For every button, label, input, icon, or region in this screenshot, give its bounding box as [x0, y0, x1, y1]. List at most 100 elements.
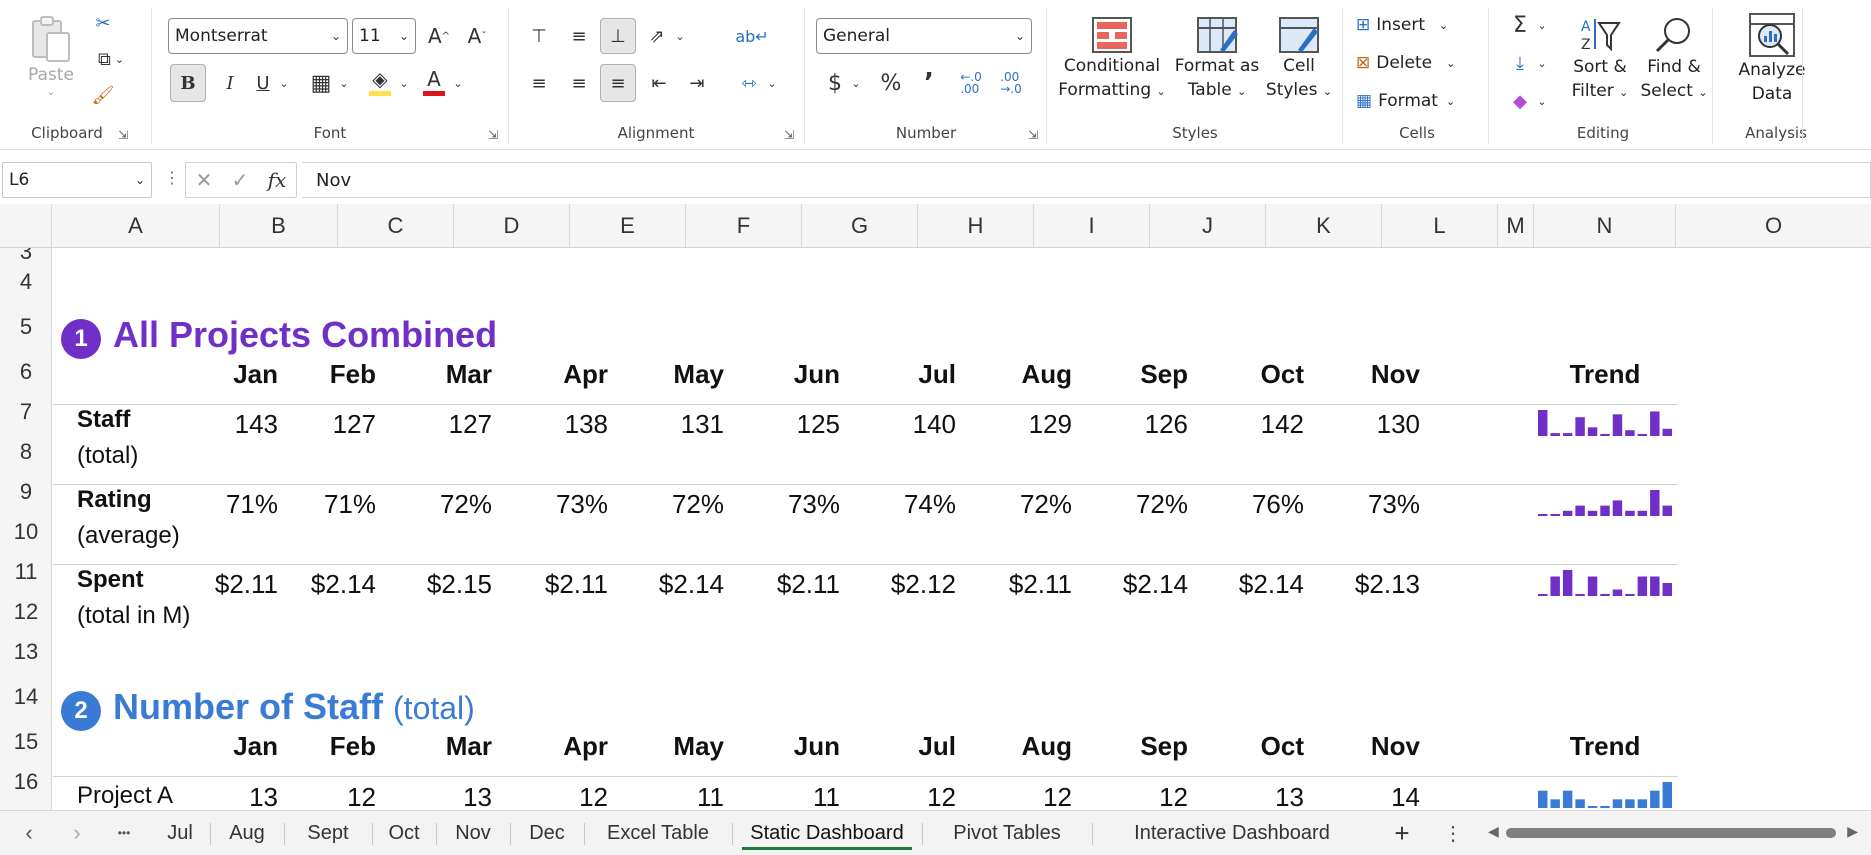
data-cell[interactable]: 143: [168, 409, 278, 440]
find-select-button[interactable]: Find & Select ⌄: [1636, 10, 1712, 110]
sheet-tab[interactable]: Excel Table: [584, 811, 732, 855]
data-cell[interactable]: 127: [382, 409, 492, 440]
column-header[interactable]: K: [1266, 204, 1382, 248]
dialog-launcher-icon[interactable]: ⇲: [1028, 128, 1038, 142]
copy-button[interactable]: ⧉ ⌄: [88, 46, 134, 72]
sheet-tab[interactable]: Sept: [284, 811, 372, 855]
format-painter-icon[interactable]: 🖌: [90, 82, 116, 108]
data-cell[interactable]: 73%: [1310, 489, 1420, 520]
data-cell[interactable]: $2.14: [1078, 569, 1188, 600]
dialog-launcher-icon[interactable]: ⇲: [488, 128, 498, 142]
data-cell[interactable]: $2.14: [1194, 569, 1304, 600]
data-cell[interactable]: 126: [1078, 409, 1188, 440]
bold-button[interactable]: B: [170, 64, 206, 102]
sheet-tab[interactable]: Jul: [150, 811, 210, 855]
decrease-font-size-icon[interactable]: Aˇ: [462, 18, 492, 54]
data-cell[interactable]: $2.11: [168, 569, 278, 600]
column-header[interactable]: I: [1034, 204, 1150, 248]
data-cell[interactable]: 12: [962, 782, 1072, 810]
cancel-icon[interactable]: ✕: [196, 168, 213, 192]
data-cell[interactable]: $2.14: [614, 569, 724, 600]
align-bottom-icon[interactable]: ⊥: [600, 18, 636, 54]
sheet-tab[interactable]: Nov: [436, 811, 510, 855]
column-header[interactable]: H: [918, 204, 1034, 248]
align-center-icon[interactable]: ≡: [562, 64, 596, 102]
data-cell[interactable]: 130: [1310, 409, 1420, 440]
row-header[interactable]: 5: [0, 302, 51, 352]
format-button[interactable]: ▦ Format ⌄: [1356, 86, 1484, 116]
comma-style-button[interactable]: ’: [916, 64, 942, 102]
sheet-tab[interactable]: Static Dashboard: [732, 811, 922, 855]
data-cell[interactable]: 71%: [266, 489, 376, 520]
data-cell[interactable]: 12: [846, 782, 956, 810]
scroll-left-arrow-icon[interactable]: ◀: [1488, 823, 1499, 840]
increase-indent-icon[interactable]: ⇥: [680, 64, 714, 102]
wrap-text-icon[interactable]: ab↵: [734, 18, 770, 54]
more-tabs-button[interactable]: •••: [106, 811, 142, 855]
font-color-button[interactable]: A: [418, 62, 450, 102]
align-top-icon[interactable]: ⊤: [522, 18, 556, 54]
data-cell[interactable]: 12: [266, 782, 376, 810]
font-family-dropdown[interactable]: Montserrat ⌄: [168, 18, 348, 54]
chevron-down-icon[interactable]: ⌄: [764, 64, 780, 102]
chevron-down-icon[interactable]: ⌄: [396, 64, 412, 102]
dialog-launcher-icon[interactable]: ⇲: [784, 128, 794, 142]
chevron-down-icon[interactable]: ⌄: [672, 18, 688, 54]
increase-font-size-icon[interactable]: A ^: [424, 18, 454, 54]
row-header[interactable]: 14: [0, 672, 51, 722]
data-cell[interactable]: 12: [1078, 782, 1188, 810]
scrollbar-thumb[interactable]: [1506, 828, 1836, 838]
underline-button[interactable]: U: [250, 64, 276, 102]
data-cell[interactable]: 12: [498, 782, 608, 810]
data-cell[interactable]: 73%: [730, 489, 840, 520]
column-header[interactable]: A: [52, 204, 220, 248]
autosum-icon[interactable]: Σ: [1506, 10, 1534, 40]
cut-icon[interactable]: ✂: [90, 10, 116, 36]
chevron-down-icon[interactable]: ⌄: [1534, 10, 1550, 40]
chevron-down-icon[interactable]: ⌄: [1534, 48, 1550, 78]
row-header[interactable]: 8: [0, 432, 51, 472]
borders-icon[interactable]: ▦: [306, 64, 336, 102]
clear-eraser-icon[interactable]: ◆: [1506, 86, 1534, 116]
data-cell[interactable]: $2.12: [846, 569, 956, 600]
tabs-options-icon[interactable]: ⋮: [1438, 811, 1468, 855]
percent-button[interactable]: %: [876, 64, 906, 102]
column-header[interactable]: N: [1534, 204, 1676, 248]
sheet-tab[interactable]: Aug: [210, 811, 284, 855]
data-cell[interactable]: 125: [730, 409, 840, 440]
data-cell[interactable]: 72%: [614, 489, 724, 520]
enter-check-icon[interactable]: ✓: [232, 168, 249, 192]
align-right-icon[interactable]: ≡: [600, 64, 636, 102]
data-cell[interactable]: 76%: [1194, 489, 1304, 520]
column-header[interactable]: O: [1676, 204, 1871, 248]
data-cell[interactable]: 13: [168, 782, 278, 810]
decrease-indent-icon[interactable]: ⇤: [642, 64, 676, 102]
insert-button[interactable]: ⊞ Insert ⌄: [1356, 10, 1484, 40]
row-header[interactable]: 13: [0, 632, 51, 672]
dialog-launcher-icon[interactable]: ⇲: [118, 128, 128, 142]
data-cell[interactable]: $2.11: [498, 569, 608, 600]
scroll-tabs-right-icon[interactable]: ›: [60, 811, 94, 855]
data-cell[interactable]: 140: [846, 409, 956, 440]
paste-button[interactable]: Paste ⌄: [12, 8, 90, 104]
name-box[interactable]: L6 ⌄: [2, 162, 152, 198]
align-left-icon[interactable]: ≡: [522, 64, 556, 102]
chevron-down-icon[interactable]: ⌄: [336, 64, 352, 102]
analyze-data-button[interactable]: Analyze Data: [1724, 8, 1820, 110]
data-cell[interactable]: 72%: [382, 489, 492, 520]
column-header[interactable]: D: [454, 204, 570, 248]
column-header[interactable]: F: [686, 204, 802, 248]
row-header[interactable]: 4: [0, 262, 51, 302]
sheet-tab[interactable]: Interactive Dashboard: [1092, 811, 1372, 855]
row-header[interactable]: 15: [0, 722, 51, 762]
decrease-decimal-button[interactable]: .00 →.0: [994, 64, 1028, 102]
row-header[interactable]: 16: [0, 762, 51, 802]
more-options-icon[interactable]: ⋮: [164, 168, 180, 187]
row-header[interactable]: 10: [0, 512, 51, 552]
data-cell[interactable]: 142: [1194, 409, 1304, 440]
data-cell[interactable]: 73%: [498, 489, 608, 520]
data-cell[interactable]: 11: [614, 782, 724, 810]
merge-center-icon[interactable]: ⇿: [734, 64, 764, 102]
row-header[interactable]: 11: [0, 552, 51, 592]
sheet-tab[interactable]: Oct: [372, 811, 436, 855]
